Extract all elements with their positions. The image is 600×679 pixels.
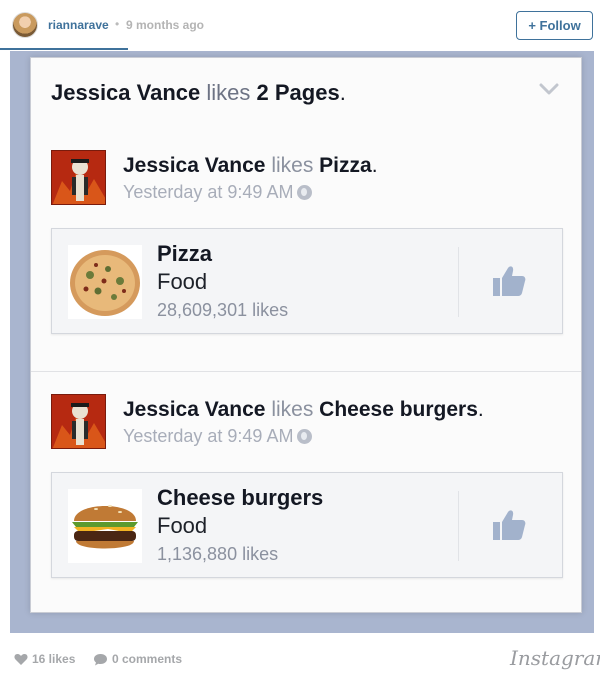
pizza-thumbnail: [68, 245, 142, 319]
card-divider: [458, 247, 459, 317]
post-time[interactable]: 9 months ago: [126, 18, 204, 32]
sub-verb: likes: [271, 154, 314, 177]
profile-picture[interactable]: [51, 150, 106, 205]
sub-timestamp: Yesterday at 9:49 AM: [123, 426, 313, 447]
globe-icon: [297, 185, 313, 200]
timestamp-text[interactable]: Yesterday at 9:49 AM: [123, 426, 293, 446]
page-like-count: 1,136,880 likes: [157, 544, 279, 564]
chevron-down-icon[interactable]: [539, 82, 559, 96]
story-separator: [31, 371, 581, 372]
sub-actor[interactable]: Jessica Vance: [123, 154, 265, 177]
sub-actor[interactable]: Jessica Vance: [123, 398, 265, 421]
story-actor: Jessica Vance: [51, 80, 201, 105]
timestamp-text[interactable]: Yesterday at 9:49 AM: [123, 182, 293, 202]
heart-icon[interactable]: [14, 653, 28, 666]
thumbs-up-icon[interactable]: [492, 508, 526, 542]
page-card-pizza[interactable]: Pizza Food 28,609,301 likes: [51, 228, 563, 334]
card-divider: [458, 491, 459, 561]
page-category: Food: [157, 269, 208, 294]
sub-object[interactable]: Cheese burgers: [319, 398, 478, 421]
post-image[interactable]: Jessica Vance likes 2 Pages. Jessica Van…: [10, 51, 594, 633]
sub-story-headline: Jessica Vance likes Cheese burgers.: [123, 398, 484, 422]
page-name[interactable]: Cheese burgers: [157, 485, 323, 511]
page-category: Food: [157, 513, 208, 538]
user-avatar[interactable]: [12, 12, 38, 38]
separator-dot: •: [115, 17, 120, 31]
globe-icon: [297, 429, 313, 444]
header-underline: [0, 48, 128, 50]
comment-icon[interactable]: [93, 653, 108, 666]
embed-header: riannarave • 9 months ago + Follow: [0, 0, 600, 50]
sub-verb: likes: [271, 398, 314, 421]
story-title: Jessica Vance likes 2 Pages.: [51, 80, 346, 106]
likes-count[interactable]: 16 likes: [32, 652, 75, 666]
embed-footer: 16 likes 0 comments Instagram: [0, 640, 600, 679]
sub-punct: .: [477, 398, 484, 421]
follow-button[interactable]: + Follow: [516, 11, 593, 40]
sub-story-headline: Jessica Vance likes Pizza.: [123, 154, 378, 178]
profile-picture[interactable]: [51, 394, 106, 449]
page-card-cheese-burgers[interactable]: Cheese burgers Food 1,136,880 likes: [51, 472, 563, 578]
burger-thumbnail: [68, 489, 142, 563]
page-name[interactable]: Pizza: [157, 241, 212, 267]
sub-object[interactable]: Pizza: [319, 154, 372, 177]
story-verb: likes: [206, 80, 251, 105]
story-object: 2 Pages: [256, 80, 340, 105]
sub-timestamp: Yesterday at 9:49 AM: [123, 182, 313, 203]
thumbs-up-icon[interactable]: [492, 264, 526, 298]
facebook-story-card: Jessica Vance likes 2 Pages. Jessica Van…: [30, 57, 582, 613]
instagram-logo[interactable]: Instagram: [510, 646, 600, 670]
comments-count[interactable]: 0 comments: [112, 652, 182, 666]
sub-punct: .: [371, 154, 378, 177]
username-link[interactable]: riannarave: [48, 18, 109, 32]
page-like-count: 28,609,301 likes: [157, 300, 289, 320]
story-punct: .: [339, 80, 346, 105]
